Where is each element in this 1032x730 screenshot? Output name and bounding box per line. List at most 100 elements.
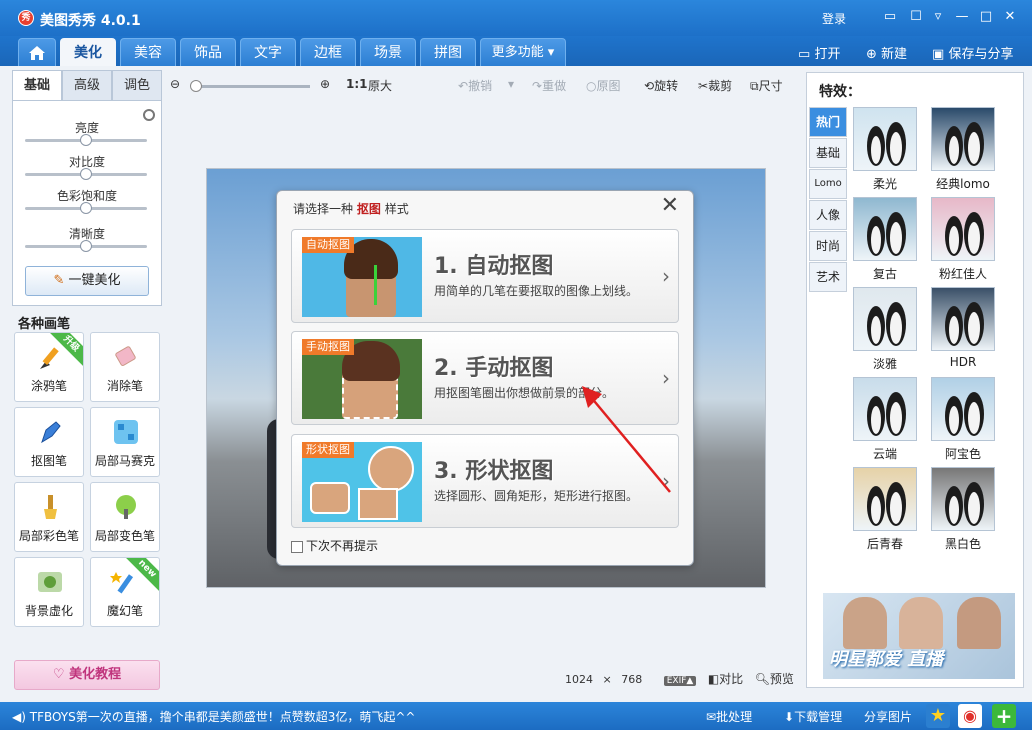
effect-item[interactable]: 阿宝色: [931, 377, 997, 461]
tab-frames[interactable]: 边框: [300, 38, 356, 66]
close-icon[interactable]: ✕: [1002, 10, 1018, 24]
add-icon[interactable]: +: [992, 704, 1016, 728]
background-blur-button[interactable]: 背景虚化: [14, 557, 84, 627]
preview-button[interactable]: 🔍︎预览: [755, 672, 794, 686]
effect-item[interactable]: 复古: [853, 197, 919, 281]
login-link[interactable]: 登录: [822, 10, 846, 27]
news-ticker[interactable]: ◀) TFBOYS第一次の直播，撸个串都是美颜盛世！点赞数超3亿，萌飞起^^: [12, 708, 416, 725]
checkbox-box[interactable]: [291, 540, 303, 553]
effects-cat-portrait[interactable]: 人像: [809, 200, 847, 230]
dont-show-again-checkbox[interactable]: 下次不再提示: [291, 537, 378, 554]
saturation-slider[interactable]: [25, 202, 147, 214]
menu-icon[interactable]: ▿: [930, 10, 946, 24]
open-button[interactable]: ▭ 打开: [798, 43, 840, 62]
auto-cutout-desc: 用简单的几笔在要抠取的图像上划线。: [434, 284, 639, 298]
slider-knob[interactable]: [80, 240, 92, 252]
share-image-button[interactable]: 分享图片: [864, 708, 912, 725]
subtab-basic[interactable]: 基础: [12, 70, 62, 100]
effect-item[interactable]: HDR: [931, 287, 997, 371]
zoom-out-icon[interactable]: ⊖: [170, 77, 180, 91]
circle-shape: [368, 446, 414, 492]
chat-icon[interactable]: ▭: [882, 10, 898, 24]
zoom-in-icon[interactable]: ⊕: [320, 77, 330, 91]
color-brush-icon: [44, 495, 57, 519]
new-button[interactable]: ⊕ 新建: [866, 43, 907, 62]
effect-label: 阿宝色: [944, 447, 981, 461]
compare-button[interactable]: ◧对比: [708, 672, 743, 686]
zoom-slider[interactable]: [190, 80, 310, 92]
tab-more-features[interactable]: 更多功能 ▾: [480, 38, 566, 66]
magic-brush-button[interactable]: 魔幻笔 new: [90, 557, 160, 627]
home-icon: [29, 46, 45, 60]
slider-knob[interactable]: [80, 202, 92, 214]
manual-cutout-tag: 手动抠图: [302, 339, 354, 355]
subtab-advanced[interactable]: 高级: [62, 70, 112, 100]
tab-beauty[interactable]: 美容: [120, 38, 176, 66]
undo-icon: ↶: [458, 79, 469, 93]
eraser-brush-button[interactable]: 消除笔: [90, 332, 160, 402]
auto-cutout-option[interactable]: 自动抠图 1. 自动抠图 用简单的几笔在要抠取的图像上划线。 ›: [291, 229, 679, 323]
effect-item[interactable]: 后青春: [853, 467, 919, 551]
zoom-slider-knob[interactable]: [190, 80, 202, 92]
penguin-icon: [945, 482, 984, 526]
magic-wand-icon: [110, 572, 134, 594]
sharpness-slider[interactable]: [25, 240, 147, 252]
beautify-tutorial-button[interactable]: ♡ 美化教程: [14, 660, 160, 690]
mosaic-brush-button[interactable]: 局部马赛克: [90, 407, 160, 477]
effect-item[interactable]: 黑白色: [931, 467, 997, 551]
weibo-icon[interactable]: ◉: [958, 704, 982, 728]
effects-cat-hot[interactable]: 热门: [809, 107, 847, 137]
undo-dropdown-icon[interactable]: ▾: [508, 77, 514, 91]
cutout-brush-button[interactable]: 抠图笔: [14, 407, 84, 477]
effect-label: HDR: [949, 355, 977, 369]
effect-label: 复古: [872, 267, 897, 281]
tab-beautify[interactable]: 美化: [60, 38, 116, 66]
paintbrush-icon: [40, 347, 59, 369]
tab-text[interactable]: 文字: [240, 38, 296, 66]
effects-cat-fashion[interactable]: 时尚: [809, 231, 847, 261]
doodle-brush-button[interactable]: 涂鸦笔 升级: [14, 332, 84, 402]
chevron-right-icon: ›: [662, 264, 670, 288]
effects-cat-lomo[interactable]: Lomo: [809, 169, 847, 199]
effect-item[interactable]: 粉红佳人: [931, 197, 997, 281]
actual-size-button[interactable]: 原大: [368, 77, 392, 94]
subtab-color[interactable]: 调色: [112, 70, 162, 100]
contrast-slider[interactable]: [25, 168, 147, 180]
download-manager-button[interactable]: ⬇下载管理: [784, 708, 842, 725]
star-icon[interactable]: ★: [926, 704, 950, 728]
tab-collage[interactable]: 拼图: [420, 38, 476, 66]
effects-cat-basic[interactable]: 基础: [809, 138, 847, 168]
slider-knob[interactable]: [80, 168, 92, 180]
local-recolor-brush-button[interactable]: 局部变色笔: [90, 482, 160, 552]
local-color-brush-button[interactable]: 局部彩色笔: [14, 482, 84, 552]
save-share-button[interactable]: ▣ 保存与分享: [932, 43, 1013, 62]
app-logo-icon: 秀: [18, 10, 34, 26]
tab-scenes[interactable]: 场景: [360, 38, 416, 66]
batch-process-button[interactable]: ✉批处理: [706, 708, 752, 725]
crop-button[interactable]: ✂裁剪: [698, 77, 732, 94]
effect-item[interactable]: 淡雅: [853, 287, 919, 371]
effect-item[interactable]: 经典lomo: [931, 107, 997, 191]
original-button[interactable]: ○原图: [586, 77, 621, 94]
actual-size-ratio[interactable]: 1:1: [346, 77, 368, 91]
message-icon[interactable]: ☐: [908, 10, 924, 24]
auto-beautify-button[interactable]: ✎ 一键美化: [25, 266, 149, 296]
home-tab[interactable]: [18, 38, 56, 66]
undo-button[interactable]: ↶撤销: [458, 77, 492, 94]
minimize-icon[interactable]: —: [954, 10, 970, 24]
tab-accessories[interactable]: 饰品: [180, 38, 236, 66]
download-icon: ⬇: [784, 710, 795, 724]
redo-button[interactable]: ↷重做: [532, 77, 566, 94]
effects-cat-art[interactable]: 艺术: [809, 262, 847, 292]
brightness-slider[interactable]: [25, 134, 147, 146]
rotate-button[interactable]: ⟲旋转: [644, 77, 678, 94]
ad-face: [899, 597, 943, 649]
resize-button[interactable]: ⧉尺寸: [750, 77, 783, 94]
exif-button[interactable]: EXIF▲: [663, 676, 697, 686]
effect-item[interactable]: 云端: [853, 377, 919, 461]
maximize-icon[interactable]: □: [978, 10, 994, 24]
dialog-close-button[interactable]: ✕: [661, 195, 679, 217]
ad-banner[interactable]: 明星都爱 直播: [823, 593, 1015, 679]
slider-knob[interactable]: [80, 134, 92, 146]
effect-item[interactable]: 柔光: [853, 107, 919, 191]
